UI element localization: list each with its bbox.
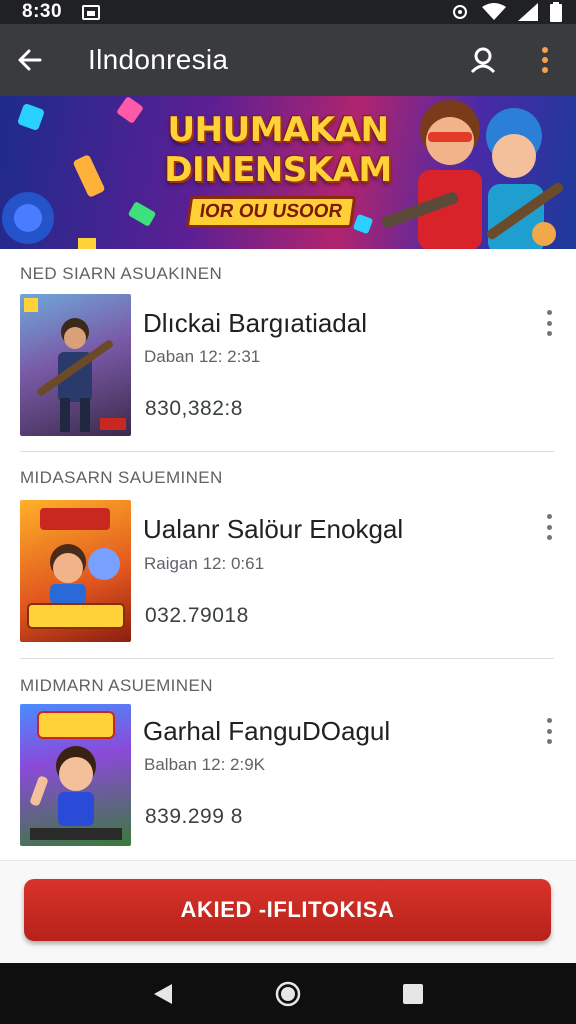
account-icon [470, 47, 496, 74]
primary-action-button[interactable]: AKIED -IFLITOKISA [24, 879, 551, 941]
status-bar: 8:30 [0, 0, 576, 24]
section-label: MIDMARN ASUEMINEN [20, 676, 213, 695]
image-notification-icon [82, 4, 101, 20]
divider [20, 451, 554, 452]
promo-banner[interactable]: UHUMAKAN DINENSKAM IOR OU USOOR [0, 96, 576, 249]
section-label: NED SIARN ASUAKINEN [20, 264, 223, 283]
game-date: Raigan 12: 0:61 [144, 554, 265, 573]
item-more-button[interactable] [538, 510, 560, 544]
game-thumbnail [20, 500, 131, 642]
nav-home-icon [275, 981, 301, 1006]
game-thumbnail [20, 704, 131, 846]
game-title: Garhal FanguDOagul [143, 716, 391, 746]
app-bar: Ilndonresia [0, 24, 576, 96]
nav-recents-button[interactable] [393, 974, 433, 1014]
account-button[interactable] [452, 24, 514, 96]
banner-title-line2: DINENSKAM [164, 150, 392, 190]
game-count: 839.299 8 [145, 805, 243, 828]
divider [20, 658, 554, 659]
back-arrow-icon [18, 49, 42, 71]
game-title: Dlıckai Bargıatiadal [143, 308, 367, 338]
nav-back-icon [153, 983, 172, 1004]
wifi-icon [482, 3, 506, 20]
game-date: Balban 12: 2:9K [144, 755, 265, 774]
cta-container: AKIED -IFLITOKISA [0, 860, 576, 963]
game-title: Ualanr Salöur Enokgal [143, 514, 404, 544]
battery-icon [550, 2, 562, 22]
banner-subtitle: IOR OU USOOR [185, 196, 357, 228]
nav-home-button[interactable] [268, 974, 308, 1014]
nav-back-button[interactable] [143, 974, 183, 1014]
signal-icon [518, 3, 538, 21]
settings-notification-icon [453, 5, 467, 19]
status-icons [450, 2, 562, 22]
back-button[interactable] [0, 24, 60, 96]
section-label: MIDASARN SAUEMINEN [20, 468, 223, 487]
system-nav-bar [0, 963, 576, 1024]
item-more-button[interactable] [538, 714, 560, 748]
item-more-button[interactable] [538, 306, 560, 340]
list-item[interactable]: Ualanr Salöur Enokgal Raigan 12: 0:61 03… [0, 498, 576, 648]
game-count: 032.79018 [145, 604, 249, 627]
list-item[interactable]: Dlıckai Bargıatiadal Daban 12: 2:31 830,… [0, 292, 576, 442]
banner-title-line1: UHUMAKAN [167, 110, 389, 150]
list-item[interactable]: Garhal FanguDOagul Balban 12: 2:9K 839.2… [0, 702, 576, 852]
page-title: Ilndonresia [88, 44, 229, 75]
game-thumbnail [20, 294, 131, 436]
nav-recents-icon [403, 983, 424, 1004]
game-date: Daban 12: 2:31 [144, 347, 261, 366]
more-vert-icon [542, 47, 548, 73]
more-options-button[interactable] [514, 24, 576, 96]
banner-title: UHUMAKAN DINENSKAM [148, 110, 408, 190]
game-count: 830,382:8 [145, 397, 243, 420]
status-time: 8:30 [22, 1, 63, 22]
